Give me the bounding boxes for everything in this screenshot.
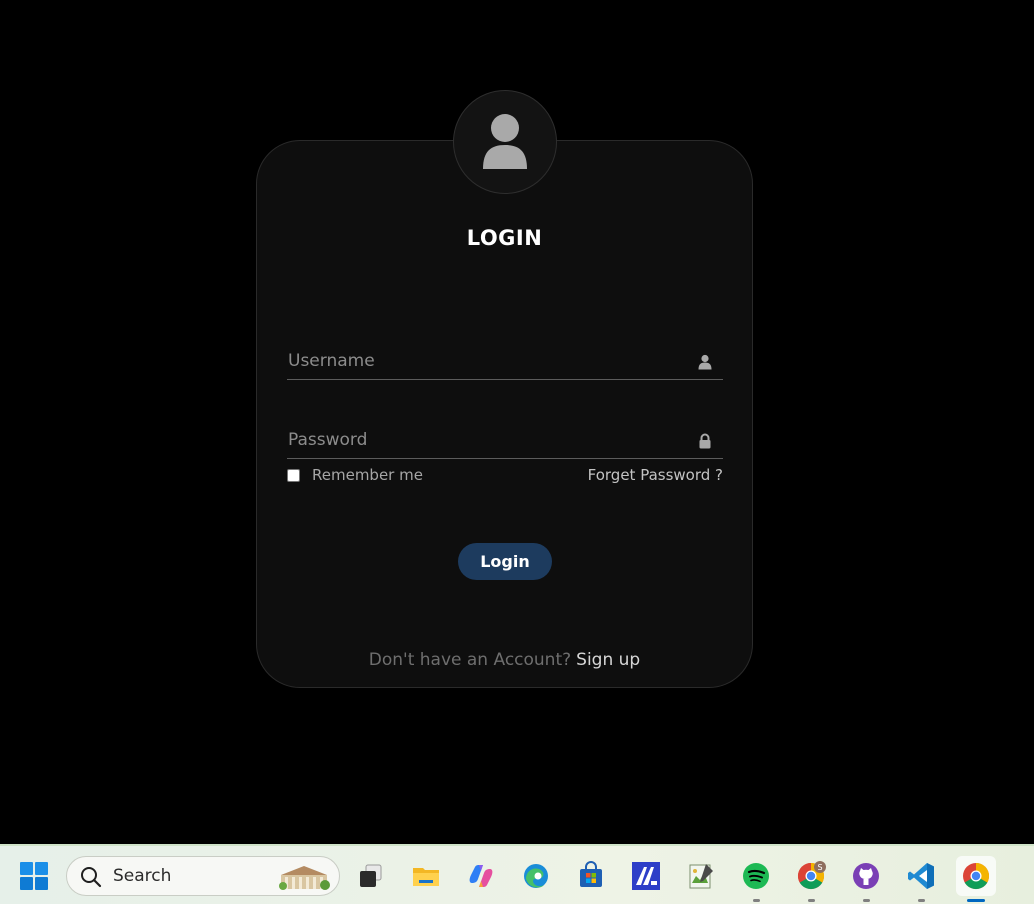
running-indicator [808,899,815,902]
desktop: LOGIN Remember me Forget Password ? Logi… [0,0,1034,904]
user-icon [698,354,712,370]
taskbar-github[interactable] [846,856,886,902]
active-indicator [967,899,985,902]
taskbar: Search S [0,844,1034,904]
taskbar-spotify[interactable] [736,856,776,902]
taskbar-copilot[interactable] [461,856,501,896]
user-avatar-icon [483,114,527,169]
chrome-icon [963,862,990,890]
username-field-wrapper [287,346,723,380]
profile-badge: S [817,863,822,872]
signup-link[interactable]: Sign up [576,650,640,670]
taskbar-file-explorer[interactable] [406,856,446,896]
github-icon [853,863,879,889]
forgot-password-link[interactable]: Forget Password ? [588,466,723,484]
microsoft-store-icon [580,861,602,887]
username-input[interactable] [287,346,688,376]
spotify-icon [743,863,769,889]
running-indicator [863,899,870,902]
windows-start-icon[interactable] [18,860,50,892]
search-label: Search [113,866,172,886]
page-title: LOGIN [466,226,543,250]
notepad-icon [689,864,713,889]
search-highlight-image [279,866,330,890]
remember-me-label: Remember me [312,466,423,484]
login-button[interactable]: Login [458,543,552,580]
password-field-wrapper [287,425,723,459]
editor-app-icon [632,862,660,890]
taskbar-vscode[interactable] [901,856,941,902]
search-icon [81,867,102,888]
taskbar-task-view[interactable] [351,856,391,896]
taskbar-chrome[interactable] [956,856,996,902]
taskbar-search[interactable]: Search [66,856,340,896]
remember-me-checkbox[interactable] [287,468,300,482]
taskbar-notepad[interactable] [681,856,721,896]
vscode-icon [908,863,934,889]
running-indicator [918,899,925,902]
taskbar-edge[interactable] [516,856,556,896]
task-view-icon [360,864,382,887]
taskbar-editor-app[interactable] [626,856,666,896]
login-card [256,140,753,688]
running-indicator [753,899,760,902]
copilot-icon [469,865,493,887]
signup-row: Don't have an Account? Sign up [256,650,753,670]
signup-prompt: Don't have an Account? [368,650,572,670]
password-input[interactable] [287,425,688,455]
lock-icon [699,433,711,449]
file-explorer-icon [413,868,439,886]
avatar [453,90,557,194]
edge-icon [524,864,548,888]
chrome-profile-icon: S [797,861,826,890]
remember-me: Remember me [287,466,423,484]
taskbar-chrome-profile[interactable]: S [791,856,831,902]
taskbar-store[interactable] [571,856,611,896]
